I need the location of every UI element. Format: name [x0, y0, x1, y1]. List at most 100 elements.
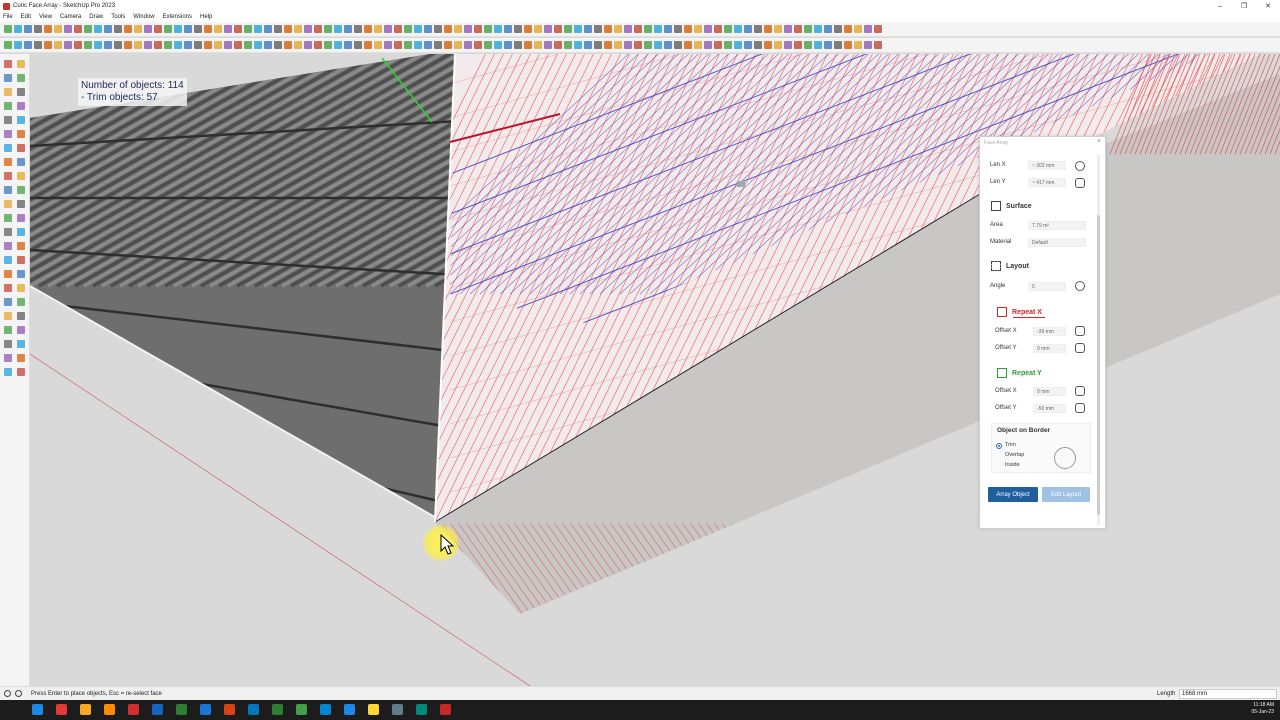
toolbar-tool-icon[interactable]	[374, 25, 382, 33]
toolbar-tool-icon[interactable]	[144, 41, 152, 49]
drawing-tool-icon[interactable]	[17, 116, 25, 124]
toolbar-tool-icon[interactable]	[684, 41, 692, 49]
len-y-field[interactable]: ~ 417 mm	[1028, 178, 1066, 187]
toolbar-tool-icon[interactable]	[534, 41, 542, 49]
toolbar-tool-icon[interactable]	[94, 41, 102, 49]
toolbar-tool-icon[interactable]	[354, 41, 362, 49]
menu-tools[interactable]: Tools	[111, 14, 125, 20]
toolbar-tool-icon[interactable]	[394, 41, 402, 49]
toolbar-tool-icon[interactable]	[664, 41, 672, 49]
trim-radio[interactable]	[996, 443, 1002, 449]
toolbar-tool-icon[interactable]	[224, 41, 232, 49]
taskbar-app-icon[interactable]	[176, 704, 187, 715]
toolbar-tool-icon[interactable]	[724, 41, 732, 49]
toolbar-tool-icon[interactable]	[214, 41, 222, 49]
drawing-tool-icon[interactable]	[17, 200, 25, 208]
toolbar-tool-icon[interactable]	[864, 41, 872, 49]
toolbar-tool-icon[interactable]	[694, 25, 702, 33]
toolbar-tool-icon[interactable]	[864, 25, 872, 33]
toolbar-tool-icon[interactable]	[244, 25, 252, 33]
edit-layout-button[interactable]: Edit Layout	[1042, 487, 1090, 502]
taskbar-app-icon[interactable]	[320, 704, 331, 715]
toolbar-tool-icon[interactable]	[184, 25, 192, 33]
toolbar-tool-icon[interactable]	[574, 25, 582, 33]
angle-pick-icon[interactable]	[1075, 281, 1085, 291]
taskbar-app-icon[interactable]	[32, 704, 43, 715]
toolbar-tool-icon[interactable]	[114, 41, 122, 49]
toolbar-tool-icon[interactable]	[54, 25, 62, 33]
drawing-tool-icon[interactable]	[17, 326, 25, 334]
toolbar-tool-icon[interactable]	[544, 25, 552, 33]
toolbar-tool-icon[interactable]	[334, 41, 342, 49]
drawing-tool-icon[interactable]	[17, 144, 25, 152]
toolbar-tool-icon[interactable]	[664, 25, 672, 33]
toolbar-tool-icon[interactable]	[404, 41, 412, 49]
toolbar-tool-icon[interactable]	[344, 41, 352, 49]
drawing-tool-icon[interactable]	[4, 172, 12, 180]
toolbar-tool-icon[interactable]	[744, 25, 752, 33]
toolbar-tool-icon[interactable]	[464, 41, 472, 49]
toolbar-tool-icon[interactable]	[454, 41, 462, 49]
toolbar-tool-icon[interactable]	[464, 25, 472, 33]
toolbar-tool-icon[interactable]	[834, 41, 842, 49]
drawing-tool-icon[interactable]	[4, 368, 12, 376]
toolbar-tool-icon[interactable]	[364, 41, 372, 49]
toolbar-tool-icon[interactable]	[74, 41, 82, 49]
toolbar-tool-icon[interactable]	[284, 41, 292, 49]
toolbar-tool-icon[interactable]	[734, 25, 742, 33]
toolbar-tool-icon[interactable]	[484, 41, 492, 49]
drawing-tool-icon[interactable]	[17, 242, 25, 250]
toolbar-tool-icon[interactable]	[614, 25, 622, 33]
toolbar-tool-icon[interactable]	[424, 41, 432, 49]
toolbar-tool-icon[interactable]	[54, 41, 62, 49]
taskbar-app-icon[interactable]	[248, 704, 259, 715]
menu-help[interactable]: Help	[200, 14, 212, 20]
toolbar-tool-icon[interactable]	[344, 25, 352, 33]
len-x-pick-icon[interactable]	[1075, 161, 1085, 171]
toolbar-tool-icon[interactable]	[714, 25, 722, 33]
toolbar-tool-icon[interactable]	[4, 25, 12, 33]
toolbar-tool-icon[interactable]	[474, 25, 482, 33]
toolbar-tool-icon[interactable]	[754, 25, 762, 33]
drawing-tool-icon[interactable]	[4, 270, 12, 278]
toolbar-tool-icon[interactable]	[744, 41, 752, 49]
toolbar-tool-icon[interactable]	[254, 25, 262, 33]
toolbar-tool-icon[interactable]	[764, 25, 772, 33]
toolbar-tool-icon[interactable]	[554, 25, 562, 33]
drawing-tool-icon[interactable]	[4, 242, 12, 250]
toolbar-tool-icon[interactable]	[384, 25, 392, 33]
toolbar-tool-icon[interactable]	[204, 41, 212, 49]
toolbar-tool-icon[interactable]	[404, 25, 412, 33]
drawing-tool-icon[interactable]	[17, 298, 25, 306]
toolbar-tool-icon[interactable]	[124, 41, 132, 49]
toolbar-tool-icon[interactable]	[494, 25, 502, 33]
taskbar-app-icon[interactable]	[200, 704, 211, 715]
system-clock[interactable]: 11:18 AM 05-Jan-23	[1251, 702, 1274, 716]
toolbar-tool-icon[interactable]	[394, 25, 402, 33]
toolbar-tool-icon[interactable]	[824, 25, 832, 33]
material-field[interactable]: Default	[1028, 238, 1086, 247]
toolbar-tool-icon[interactable]	[264, 41, 272, 49]
drawing-tool-icon[interactable]	[17, 340, 25, 348]
toolbar-tool-icon[interactable]	[444, 25, 452, 33]
toolbar-tool-icon[interactable]	[484, 25, 492, 33]
toolbar-tool-icon[interactable]	[44, 25, 52, 33]
toolbar-tool-icon[interactable]	[524, 41, 532, 49]
toolbar-tool-icon[interactable]	[594, 25, 602, 33]
toolbar-tool-icon[interactable]	[194, 25, 202, 33]
drawing-tool-icon[interactable]	[4, 340, 12, 348]
toolbar-tool-icon[interactable]	[134, 25, 142, 33]
taskbar-app-icon[interactable]	[344, 704, 355, 715]
drawing-tool-icon[interactable]	[4, 60, 12, 68]
toolbar-tool-icon[interactable]	[174, 25, 182, 33]
drawing-tool-icon[interactable]	[17, 158, 25, 166]
toolbar-tool-icon[interactable]	[14, 41, 22, 49]
ry-offset-x-field[interactable]: 0 mm	[1033, 387, 1066, 396]
array-object-button[interactable]: Array Object	[988, 487, 1038, 502]
toolbar-tool-icon[interactable]	[64, 41, 72, 49]
drawing-tool-icon[interactable]	[4, 284, 12, 292]
drawing-tool-icon[interactable]	[4, 102, 12, 110]
taskbar-app-icon[interactable]	[104, 704, 115, 715]
toolbar-tool-icon[interactable]	[264, 25, 272, 33]
drawing-tool-icon[interactable]	[4, 228, 12, 236]
